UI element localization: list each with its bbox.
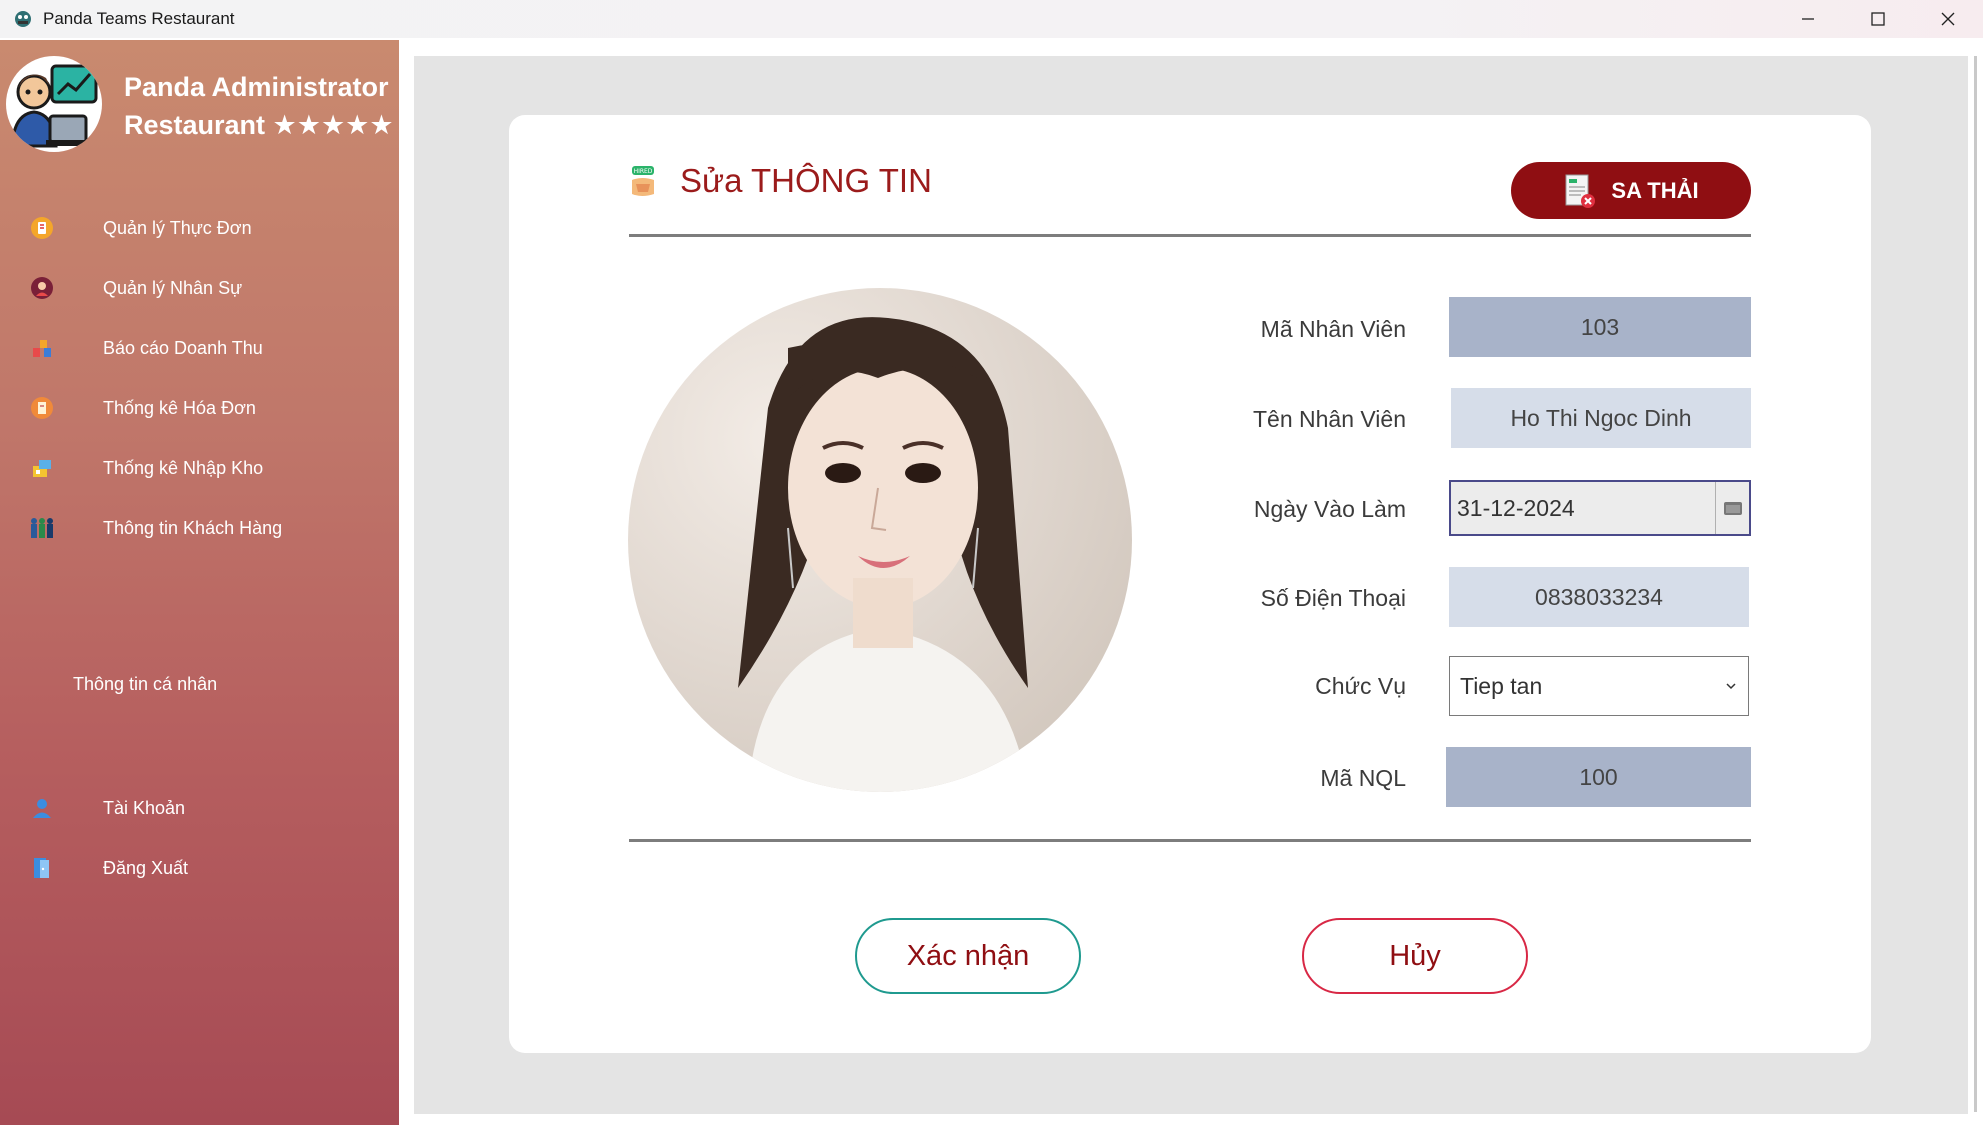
sidebar-item-label: Báo cáo Doanh Thu	[103, 337, 263, 358]
header-divider	[629, 234, 1751, 237]
sidebar-item-invoices[interactable]: Thống kê Hóa Đơn	[0, 383, 399, 433]
footer-divider	[629, 839, 1751, 842]
employee-photo[interactable]	[628, 288, 1132, 792]
fire-employee-button[interactable]: SA THẢI	[1511, 162, 1751, 219]
revenue-chart-icon	[29, 335, 55, 361]
logout-icon	[29, 855, 55, 881]
sidebar-item-menu[interactable]: Quản lý Thực Đơn	[0, 203, 399, 253]
label-manager-id: Mã NQL	[1320, 765, 1406, 791]
sidebar-item-label: Tài Khoản	[103, 797, 186, 818]
brand-name: Panda Administrator Restaurant ★★★★★	[124, 68, 394, 144]
menu-icon	[29, 215, 55, 241]
svg-text:HIRED: HIRED	[634, 168, 653, 175]
staff-icon	[29, 275, 55, 301]
label-phone: Số Điện Thoại	[1260, 585, 1406, 611]
start-date-picker[interactable]: 31-12-2024	[1449, 480, 1751, 536]
employee-id-field: 103	[1449, 297, 1751, 357]
maximize-button[interactable]	[1843, 0, 1913, 38]
calendar-icon	[1723, 502, 1742, 515]
start-date-value: 31-12-2024	[1457, 494, 1575, 521]
manager-id-field: 100	[1446, 747, 1751, 807]
label-employee-id: Mã Nhân Viên	[1260, 316, 1406, 342]
sidebar-item-logout[interactable]: Đăng Xuất	[0, 843, 399, 893]
app-icon	[15, 11, 31, 27]
close-icon	[1941, 12, 1955, 26]
window-title: Panda Teams Restaurant	[43, 9, 235, 28]
position-select[interactable]: Tiep tan	[1449, 656, 1749, 716]
dismiss-document-icon	[1565, 174, 1596, 208]
admin-avatar-icon	[10, 64, 98, 148]
calendar-button[interactable]	[1715, 482, 1749, 534]
sidebar: Panda Administrator Restaurant ★★★★★ Quả…	[0, 40, 399, 1125]
hired-badge-icon: HIRED	[632, 166, 654, 196]
invoice-icon	[29, 395, 55, 421]
admin-avatar	[6, 56, 102, 152]
sidebar-item-label: Thống kê Hóa Đơn	[103, 397, 256, 418]
label-start-date: Ngày Vào Làm	[1253, 496, 1406, 522]
warehouse-icon	[29, 455, 55, 481]
section-personal-info: Thông tin cá nhân	[73, 674, 218, 694]
brand-line-2: Restaurant ★★★★★	[124, 110, 394, 140]
sidebar-item-revenue[interactable]: Báo cáo Doanh Thu	[0, 323, 399, 373]
phone-field[interactable]: 0838033234	[1449, 567, 1749, 627]
sidebar-item-label: Thống kê Nhập Kho	[103, 457, 264, 478]
minimize-button[interactable]	[1773, 0, 1843, 38]
sidebar-item-label: Quản lý Nhân Sự	[103, 277, 243, 298]
label-position: Chức Vụ	[1315, 673, 1406, 699]
title-bar: Panda Teams Restaurant	[0, 0, 1983, 38]
sidebar-item-warehouse[interactable]: Thống kê Nhập Kho	[0, 443, 399, 493]
user-icon	[29, 795, 55, 821]
confirm-button[interactable]: Xác nhận	[855, 918, 1081, 994]
chevron-down-icon	[1714, 681, 1748, 691]
sidebar-item-label: Quản lý Thực Đơn	[103, 217, 252, 238]
position-selected-value: Tiep tan	[1460, 672, 1543, 699]
scrollbar[interactable]	[1974, 56, 1977, 1112]
close-button[interactable]	[1913, 0, 1983, 38]
sidebar-item-account[interactable]: Tài Khoản	[0, 783, 399, 833]
sidebar-item-label: Đăng Xuất	[103, 857, 189, 878]
sidebar-item-customers[interactable]: Thông tin Khách Hàng	[0, 503, 399, 553]
maximize-icon	[1871, 12, 1885, 26]
sidebar-item-staff[interactable]: Quản lý Nhân Sự	[0, 263, 399, 313]
label-employee-name: Tên Nhân Viên	[1252, 406, 1406, 432]
page-title: Sửa THÔNG TIN	[680, 162, 932, 199]
brand-line-1: Panda Administrator	[124, 72, 389, 102]
minimize-icon	[1802, 18, 1814, 20]
customers-icon	[29, 515, 55, 541]
employee-portrait	[628, 288, 1132, 792]
cancel-button[interactable]: Hủy	[1302, 918, 1528, 994]
employee-name-field[interactable]: Ho Thi Ngoc Dinh	[1451, 388, 1751, 448]
fire-button-label: SA THẢI	[1611, 177, 1699, 203]
sidebar-item-label: Thông tin Khách Hàng	[103, 517, 283, 538]
